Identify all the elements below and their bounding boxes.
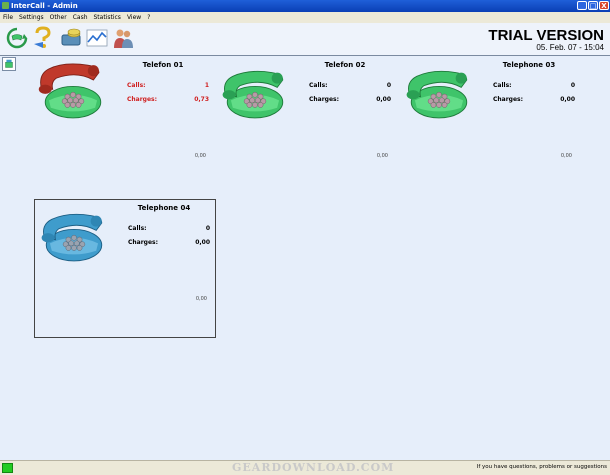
charges-label: Charges: [493, 96, 524, 103]
panel-total: 0,00 [195, 296, 207, 302]
calls-value: 0 [205, 225, 210, 232]
status-bar: GEARDOWNLOAD.COM If you have questions, … [0, 460, 610, 475]
phone-offhook-icon [38, 63, 102, 119]
phone-blue-icon [41, 213, 103, 262]
statistics-chart-icon[interactable] [85, 26, 109, 50]
menu-view[interactable]: View [124, 12, 144, 22]
menu-file[interactable]: File [0, 12, 16, 22]
calls-value: 0 [386, 82, 391, 89]
charges-value: 0,00 [560, 96, 575, 103]
phone-panel-3[interactable]: Telephone 03 Calls: 0 Charges: 0,00 0,00 [400, 57, 580, 194]
date-time: 05. Feb. 07 - 15:04 [536, 43, 604, 52]
calls-label: Calls: [128, 225, 147, 232]
calls-value: 1 [204, 82, 209, 89]
phone-name: Telefon 02 [324, 61, 366, 69]
charges-value: 0,73 [194, 96, 209, 103]
charges-label: Charges: [309, 96, 340, 103]
charges-value: 0,00 [376, 96, 391, 103]
phone-panel-1[interactable]: Telefon 01 Calls: 1 Charges: 0,73 0,00 [34, 57, 214, 194]
menu-settings[interactable]: Settings [16, 12, 47, 22]
phone-name: Telephone 04 [137, 204, 191, 212]
panel-total: 0,00 [560, 153, 572, 159]
menu-other[interactable]: Other [47, 12, 70, 22]
phone-name: Telefon 01 [142, 61, 184, 69]
connection-status-indicator [2, 463, 13, 473]
calls-label: Calls: [127, 82, 146, 89]
phone-refresh-icon[interactable] [5, 26, 29, 50]
app-icon [2, 2, 9, 9]
phone-name: Telephone 03 [502, 61, 556, 69]
title-bar: InterCall - Admin _ □ X [0, 0, 610, 12]
maximize-button[interactable]: □ [588, 1, 598, 10]
phone-idle-icon [222, 70, 284, 119]
window-title: InterCall - Admin [11, 2, 78, 10]
trial-version-label: TRIAL VERSION [488, 27, 604, 44]
phone-idle-icon [406, 70, 468, 119]
watermark: GEARDOWNLOAD.COM [232, 461, 395, 474]
charges-value: 0,00 [195, 239, 210, 246]
charges-label: Charges: [128, 239, 159, 246]
menu-help[interactable]: ? [144, 12, 153, 22]
calls-label: Calls: [493, 82, 512, 89]
panel-total: 0,00 [376, 153, 388, 159]
cash-icon[interactable] [59, 26, 83, 50]
minimize-button[interactable]: _ [577, 1, 587, 10]
users-icon[interactable] [111, 26, 135, 50]
phone-list-icon[interactable] [2, 57, 16, 71]
help-icon[interactable] [31, 26, 55, 50]
close-button[interactable]: X [599, 1, 609, 10]
menu-cash[interactable]: Cash [70, 12, 91, 22]
charges-label: Charges: [127, 96, 158, 103]
panel-total: 0,00 [194, 153, 206, 159]
calls-label: Calls: [309, 82, 328, 89]
status-message: If you have questions, problems or sugge… [476, 464, 607, 470]
phone-panel-2[interactable]: Telefon 02 Calls: 0 Charges: 0,00 0,00 [216, 57, 396, 194]
menu-statistics[interactable]: Statistics [91, 12, 124, 22]
phone-panel-4[interactable]: Telephone 04 Calls: 0 Charges: 0,00 0,00 [34, 199, 216, 338]
calls-value: 0 [570, 82, 575, 89]
